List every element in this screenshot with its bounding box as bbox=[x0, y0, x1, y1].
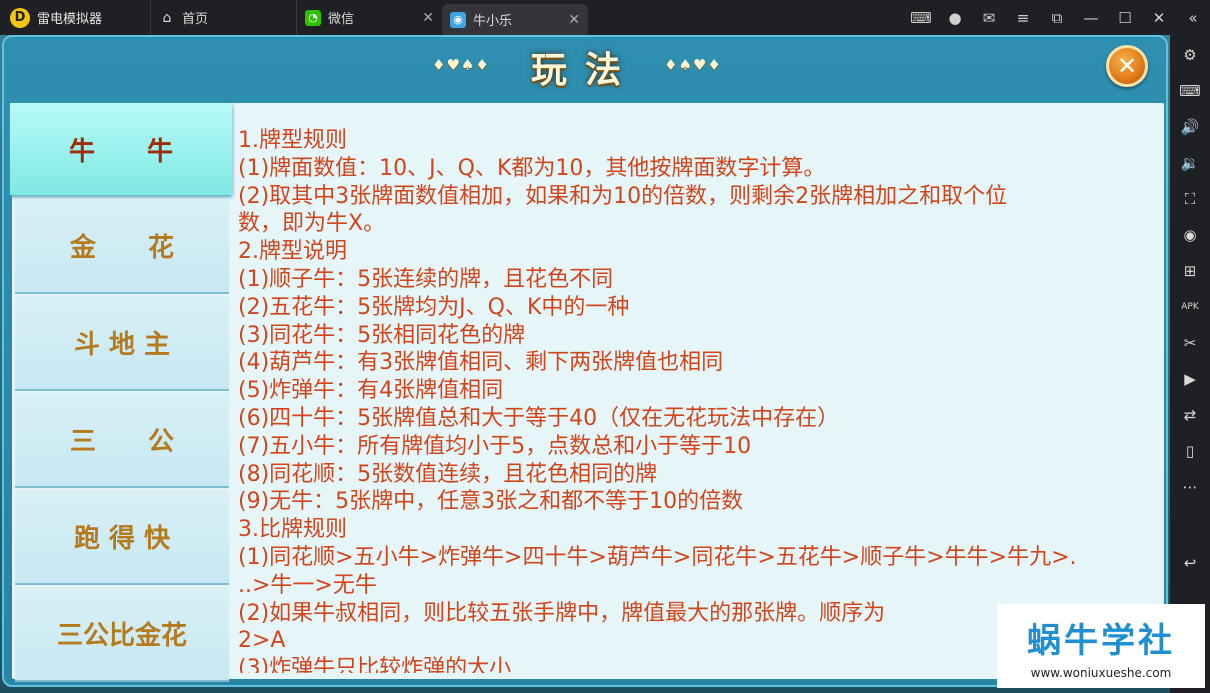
tab-wechat-label: 微信 bbox=[328, 12, 355, 27]
wechat-icon: ◔ bbox=[305, 9, 321, 26]
rule-line: (4)葫芦牛：有3张牌值相同、剩下两张牌值也相同 bbox=[238, 350, 724, 376]
tab-doudizhu[interactable]: 斗 地 主 bbox=[15, 296, 229, 391]
rule-line: 3.比牌规则 bbox=[238, 517, 347, 543]
tab-paodekuai[interactable]: 跑 得 快 bbox=[15, 490, 229, 585]
maximize-icon[interactable]: ☐ bbox=[1108, 0, 1142, 35]
volume-up-icon[interactable]: 🔊 bbox=[1170, 109, 1210, 145]
rule-line: (2)五花牛：5张牌均为J、Q、K中的一种 bbox=[238, 294, 630, 320]
content-frame: 牛 牛 金 花 斗 地 主 三 公 跑 得 快 三公比金花 1.牌型规则 (1)… bbox=[10, 103, 1164, 682]
tab-game-close-icon[interactable]: ✕ bbox=[568, 12, 580, 28]
shake-icon[interactable]: ▯ bbox=[1170, 433, 1210, 469]
video-icon[interactable]: ▶ bbox=[1170, 361, 1210, 397]
tab-wechat[interactable]: ◔ 微信 ✕ bbox=[296, 0, 442, 35]
tab-niuniu[interactable]: 牛 牛 bbox=[10, 103, 232, 195]
tab-game-label: 牛小乐 bbox=[473, 14, 513, 29]
tab-sangong[interactable]: 三 公 bbox=[15, 393, 229, 488]
settings-icon[interactable]: ⚙ bbox=[1170, 37, 1210, 73]
screenshot-icon[interactable]: ⛶ bbox=[1170, 181, 1210, 217]
tab-niuniu-label: 牛 牛 bbox=[68, 136, 173, 167]
game-icon: ◉ bbox=[450, 11, 466, 28]
back-icon[interactable]: ↩ bbox=[1170, 545, 1210, 581]
tab-doudizhu-label: 斗 地 主 bbox=[73, 330, 171, 360]
rule-line: (1)牌面数值：10、J、Q、K都为10，其他按牌面数字计算。 bbox=[238, 155, 826, 181]
more-icon[interactable]: ⋯ bbox=[1170, 469, 1210, 505]
minimize-icon[interactable]: — bbox=[1074, 0, 1108, 35]
volume-down-icon[interactable]: 🔉 bbox=[1170, 145, 1210, 181]
rule-line: 数，即为牛X。 bbox=[238, 211, 386, 237]
rule-line: (9)无牛：5张牌中，任意3张之和都不等于10的倍数 bbox=[238, 489, 744, 515]
tab-sangong-bi-jinhua[interactable]: 三公比金花 bbox=[15, 587, 229, 682]
scissors-icon[interactable]: ✂ bbox=[1170, 325, 1210, 361]
tab-paodekuai-label: 跑 得 快 bbox=[73, 524, 171, 554]
menu-icon[interactable]: ≡ bbox=[1006, 0, 1040, 35]
game-area: ♦♥♠♦ 玩法 ♦♠♥♦ ✕ 牛 牛 金 花 斗 地 主 三 公 跑 得 快 三… bbox=[0, 35, 1170, 693]
rule-line: 2.牌型说明 bbox=[238, 239, 347, 265]
add-window-icon[interactable]: ⊞ bbox=[1170, 253, 1210, 289]
tab-wechat-close-icon[interactable]: ✕ bbox=[422, 10, 434, 26]
rule-line: ..>牛一>无牛 bbox=[238, 572, 377, 598]
tab-game[interactable]: ◉ 牛小乐 ✕ bbox=[442, 4, 588, 35]
keyboard-icon[interactable]: ⌨ bbox=[1170, 73, 1210, 109]
emulator-sidebar: ⚙ ⌨ 🔊 🔉 ⛶ ◉ ⊞ APK ✂ ▶ ⇄ ▯ ⋯ ↩ bbox=[1170, 35, 1210, 693]
close-x-icon: ✕ bbox=[1116, 52, 1138, 80]
rule-line: 1.牌型规则 bbox=[238, 128, 347, 153]
rule-line: (8)同花顺：5张数值连续，且花色相同的牌 bbox=[238, 461, 658, 487]
rule-line: (1)顺子牛：5张连续的牌，且花色不同 bbox=[238, 266, 614, 292]
rules-panel: ♦♥♠♦ 玩法 ♦♠♥♦ ✕ 牛 牛 金 花 斗 地 主 三 公 跑 得 快 三… bbox=[2, 35, 1168, 687]
title-bar: D 雷电模拟器 ⌂ 首页 ◔ 微信 ✕ ◉ 牛小乐 ✕ ⌨ ● ✉ ≡ ⧉ — … bbox=[0, 0, 1210, 35]
close-icon[interactable]: ✕ bbox=[1142, 0, 1176, 35]
record-icon[interactable]: ◉ bbox=[1170, 217, 1210, 253]
mail-icon[interactable]: ✉ bbox=[972, 0, 1006, 35]
tab-home-label: 首页 bbox=[182, 12, 209, 27]
home-icon: ⌂ bbox=[162, 9, 172, 26]
window-controls: ⌨ ● ✉ ≡ ⧉ — ☐ ✕ « bbox=[904, 0, 1210, 35]
game-tabs: 牛 牛 金 花 斗 地 主 三 公 跑 得 快 三公比金花 bbox=[10, 103, 232, 682]
tab-home[interactable]: ⌂ 首页 bbox=[150, 0, 296, 35]
app-tab[interactable]: D 雷电模拟器 bbox=[0, 0, 150, 35]
rule-line: (3)同花牛：5张相同花色的牌 bbox=[238, 322, 526, 348]
gamepad-icon[interactable]: ⌨ bbox=[904, 0, 938, 35]
apk-icon[interactable]: APK bbox=[1170, 289, 1210, 325]
leidian-logo-icon: D bbox=[10, 7, 30, 28]
tab-sangong-label: 三 公 bbox=[69, 427, 174, 457]
tab-jinhua[interactable]: 金 花 bbox=[15, 199, 229, 294]
rule-line: (6)四十牛：5张牌值总和大于等于40（仅在无花玩法中存在） bbox=[238, 405, 840, 431]
panel-title: 玩法 bbox=[530, 50, 639, 91]
watermark-title: 蜗牛学社 bbox=[1027, 620, 1175, 661]
rule-line: (1)同花顺>五小牛>炸弹牛>四十牛>葫芦牛>同花牛>五花牛>顺子牛>牛牛>牛九… bbox=[238, 544, 1077, 570]
rules-text[interactable]: 1.牌型规则 (1)牌面数值：10、J、Q、K都为10，其他按牌面数字计算。 (… bbox=[238, 127, 1156, 673]
sync-icon[interactable]: ⇄ bbox=[1170, 397, 1210, 433]
suit-deco-right: ♦♠♥♦ bbox=[664, 56, 722, 74]
tab-jinhua-label: 金 花 bbox=[69, 233, 174, 263]
rule-line: (7)五小牛：所有牌值均小于5，点数总和小于等于10 bbox=[238, 433, 752, 459]
user-icon[interactable]: ● bbox=[938, 0, 972, 35]
rule-line: (2)取其中3张牌面数值相加，如果和为10的倍数，则剩余2张牌相加之和取个位 bbox=[238, 183, 1008, 209]
collapse-icon[interactable]: « bbox=[1176, 0, 1210, 35]
tab-sangong-bi-jinhua-label: 三公比金花 bbox=[56, 621, 187, 651]
close-panel-button[interactable]: ✕ bbox=[1106, 45, 1148, 87]
watermark: 蜗牛学社 www.woniuxueshe.com bbox=[997, 604, 1205, 688]
rule-line: (5)炸弹牛：有4张牌值相同 bbox=[238, 378, 504, 404]
app-name: 雷电模拟器 bbox=[37, 12, 103, 27]
watermark-url: www.woniuxueshe.com bbox=[1030, 665, 1172, 680]
screen-rotate-icon[interactable]: ⧉ bbox=[1040, 0, 1074, 35]
